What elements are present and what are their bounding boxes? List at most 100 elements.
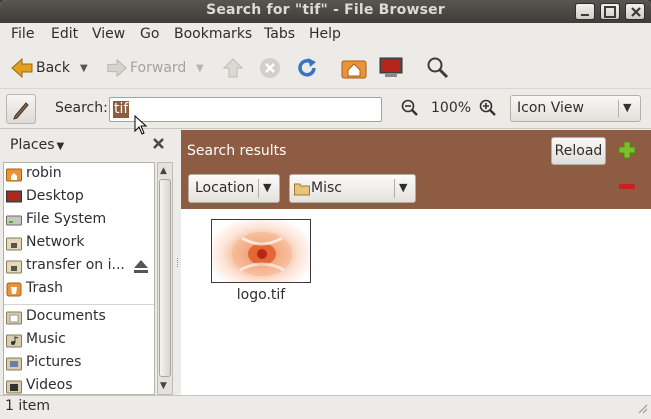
zoom-in-button[interactable] [479, 99, 497, 121]
view-mode-select[interactable]: Icon View ▼ [510, 95, 641, 122]
criteria-type-select[interactable]: Location ▼ [188, 174, 280, 203]
sidebar-item-trash[interactable]: Trash [4, 278, 154, 301]
chevron-down-icon: ▼ [56, 141, 65, 152]
reload-search-button[interactable]: Reload [551, 137, 606, 165]
window-title: Search for "tif" - File Browser [206, 2, 445, 18]
sidebar-type-selector[interactable]: Places ▼ [6, 134, 68, 158]
home-folder-icon [341, 60, 367, 79]
chevron-down-icon: ▼ [623, 101, 632, 114]
file-name: logo.tif [236, 287, 286, 303]
zoom-out-button[interactable] [401, 99, 419, 121]
sidebar-item-pictures[interactable]: Pictures [4, 352, 154, 375]
chevron-up-icon[interactable]: ▲ [160, 166, 167, 176]
up-arrow-icon [222, 58, 244, 78]
select-separator [258, 179, 259, 198]
eject-icon[interactable] [133, 258, 149, 274]
pictures-folder-icon [6, 357, 22, 371]
search-results-bar: Search results Reload Location ▼ Misc ▼ [181, 130, 651, 209]
zoom-level[interactable]: 100% [431, 100, 471, 116]
music-folder-icon [6, 334, 22, 348]
sidebar-item-music[interactable]: Music [4, 329, 154, 352]
status-text: 1 item [5, 398, 50, 414]
folder-icon [294, 183, 310, 196]
sidebar-item-network[interactable]: Network [4, 232, 154, 255]
add-criteria-icon[interactable] [618, 141, 636, 159]
toggle-location-edit-button[interactable] [6, 94, 36, 124]
search-input[interactable] [109, 97, 382, 122]
sidebar: Places ▼ robin Desktop File System Networ… [0, 130, 175, 395]
stop-button[interactable] [259, 47, 281, 89]
zoom-out-icon [401, 99, 418, 116]
resize-grip-icon[interactable] [636, 402, 648, 414]
maximize-icon [601, 4, 619, 19]
menu-bookmarks[interactable]: Bookmarks [174, 26, 252, 42]
chevron-down-icon: ▼ [196, 62, 204, 74]
sidebar-item-videos[interactable]: Videos [4, 375, 154, 394]
trash-icon [6, 282, 22, 297]
back-button[interactable]: Back [10, 47, 70, 89]
drive-icon [6, 215, 22, 226]
sidebar-item-transfer[interactable]: transfer on i... [4, 255, 154, 278]
desktop-icon [6, 190, 22, 203]
menu-bar: File Edit View Go Bookmarks Tabs Help [0, 23, 651, 47]
menu-edit[interactable]: Edit [51, 26, 78, 42]
back-arrow-icon [11, 57, 33, 79]
back-label: Back [36, 60, 70, 76]
sidebar-item-documents[interactable]: Documents [4, 306, 154, 329]
menu-file[interactable]: File [11, 26, 34, 42]
refresh-icon [298, 58, 316, 77]
file-thumbnail [211, 219, 311, 283]
up-button[interactable] [222, 47, 244, 89]
maximize-button[interactable] [600, 3, 620, 20]
sidebar-scrollbar[interactable]: ▲ ▼ [157, 162, 173, 395]
menu-help[interactable]: Help [309, 26, 341, 42]
menu-go[interactable]: Go [140, 26, 159, 42]
close-icon [631, 7, 641, 17]
sidebar-item-label: Trash [26, 280, 63, 296]
stop-icon [260, 58, 280, 78]
status-bar: 1 item [0, 395, 651, 419]
sidebar-item-label: Network [26, 234, 85, 250]
sidebar-item-label: File System [26, 211, 107, 227]
sidebar-item-label: robin [26, 165, 62, 181]
remove-criteria-icon[interactable] [619, 184, 635, 189]
select-separator [618, 100, 619, 117]
sidebar-item-file-system[interactable]: File System [4, 209, 154, 232]
pencil-icon [13, 102, 29, 120]
search-icon [427, 57, 449, 79]
network-icon [6, 237, 22, 251]
sidebar-item-label: transfer on i... [26, 257, 125, 273]
forward-history-dropdown[interactable]: ▼ [196, 47, 204, 89]
view-mode-value: Icon View [517, 100, 584, 116]
chevron-down-icon[interactable]: ▼ [160, 381, 167, 391]
sidebar-header: Places ▼ [4, 130, 175, 162]
menu-view[interactable]: View [92, 26, 125, 42]
close-sidebar-button[interactable] [152, 136, 165, 154]
sidebar-item-robin[interactable]: robin [4, 163, 154, 186]
forward-button[interactable]: Forward [106, 47, 186, 89]
zoom-in-icon [479, 99, 496, 116]
search-button[interactable] [426, 47, 450, 89]
search-query-selected: tif [113, 101, 130, 118]
forward-arrow-icon [107, 58, 127, 78]
sidebar-item-desktop[interactable]: Desktop [4, 186, 154, 209]
minimize-icon [576, 4, 594, 19]
sidebar-item-label: Documents [26, 308, 106, 324]
chevron-down-icon: ▼ [399, 181, 408, 194]
computer-button[interactable] [378, 47, 404, 89]
file-browser-window: Search for "tif" - File Browser File Edi… [0, 0, 651, 419]
sidebar-divider [4, 304, 154, 305]
chevron-down-icon: ▼ [263, 181, 272, 194]
back-history-dropdown[interactable]: ▼ [80, 47, 88, 89]
criteria-location-select[interactable]: Misc ▼ [289, 174, 416, 203]
mouse-cursor-icon [134, 115, 148, 135]
scrollbar-thumb[interactable] [159, 179, 171, 377]
menu-tabs[interactable]: Tabs [264, 26, 295, 42]
minimize-button[interactable] [575, 3, 595, 20]
search-label: Search: [55, 100, 108, 116]
home-button[interactable] [341, 47, 367, 89]
title-bar[interactable]: Search for "tif" - File Browser [0, 0, 651, 23]
reload-button[interactable] [295, 47, 319, 89]
close-button[interactable] [625, 3, 645, 20]
sidebar-item-label: Pictures [26, 354, 82, 370]
